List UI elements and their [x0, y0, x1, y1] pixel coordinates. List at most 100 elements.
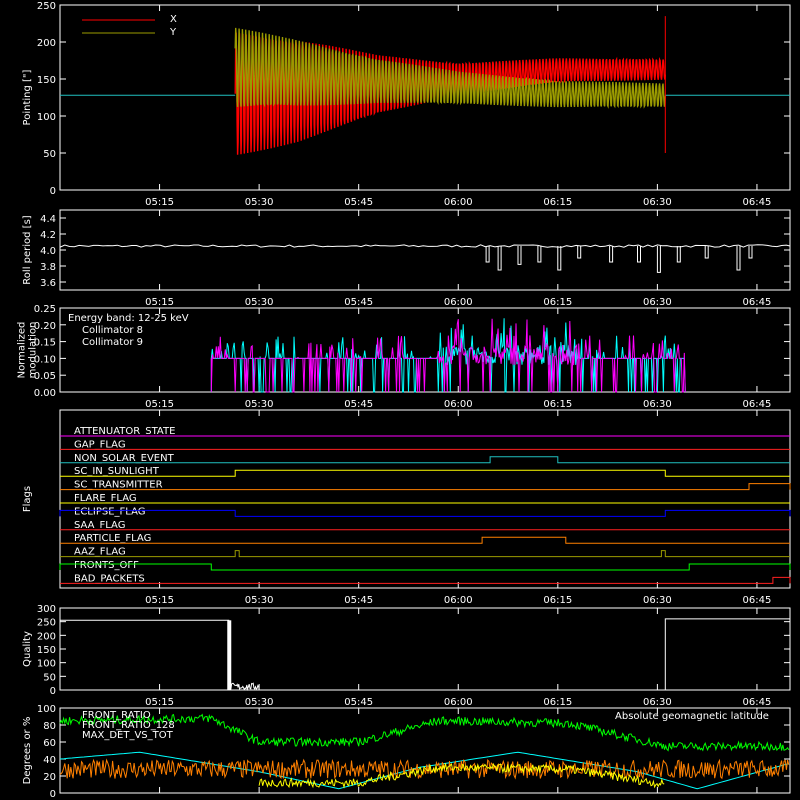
quality-xtick-label: 05:30: [245, 697, 274, 708]
pointing-xtick-label: 06:30: [643, 197, 672, 208]
pointing-ytick-label: 0: [50, 186, 56, 197]
roll-period-xtick-label: 06:30: [643, 297, 672, 308]
pointing-xtick-label: 06:15: [543, 197, 572, 208]
roll-period-xtick-label: 06:00: [444, 297, 473, 308]
flag-label: FRONTS_OFF: [74, 560, 139, 571]
roll-period-xtick-label: 05:45: [344, 297, 373, 308]
quality-ytick-label: 150: [37, 645, 56, 656]
quality-xtick-label: 05:45: [344, 697, 373, 708]
flag-line: [59, 509, 791, 517]
flag-line: [59, 563, 791, 571]
flags-xtick-label: 05:30: [245, 595, 274, 606]
roll-period-dip: [557, 246, 562, 271]
pointing-xtick-label: 06:45: [743, 197, 772, 208]
pointing-legend-label: X: [170, 14, 177, 25]
flag-line: [60, 536, 790, 544]
flag-label: FLARE_FLAG: [74, 493, 137, 504]
flags-xtick-label: 06:30: [643, 595, 672, 606]
ospex-quicklook-chart: 05:15 05:30 05:45 06:00 06:15 06:30 06:45 0 50 10…: [17, 1, 791, 800]
roll-period-dip: [748, 246, 753, 259]
pointing-ytick-label: 50: [43, 149, 56, 160]
modulation-legend-label: Collimator 8: [82, 325, 143, 336]
quality-ytick-label: 250: [37, 618, 56, 629]
modulation-xtick-label: 05:30: [245, 399, 274, 410]
quality-xtick-label: 06:15: [543, 697, 572, 708]
geomagnetic-ytick-label: 60: [43, 738, 56, 749]
roll-period-dip: [704, 246, 709, 259]
quality-ytick-label: 100: [37, 659, 56, 670]
roll-period-dip: [537, 246, 542, 263]
roll-period-dip: [609, 246, 614, 263]
modulation-ytick-label: 0.25: [34, 304, 56, 315]
roll-period-dip: [736, 246, 741, 271]
modulation-xtick-label: 05:15: [145, 399, 174, 410]
modulation-ylabel: modulation: [28, 322, 39, 379]
modulation-xtick-label: 06:45: [743, 399, 772, 410]
roll-period-ytick-label: 3.6: [40, 278, 56, 289]
flag-label: ATTENUATOR_STATE: [74, 426, 175, 437]
roll-period-xtick-label: 06:45: [743, 297, 772, 308]
quality-xtick-label: 05:15: [145, 697, 174, 708]
quality-xtick-label: 06:45: [743, 697, 772, 708]
quality-ytick-label: 50: [43, 672, 56, 683]
roll-period-xtick-label: 06:15: [543, 297, 572, 308]
quality-xtick-label: 06:30: [643, 697, 672, 708]
geomagnetic-series-max-det-vs-tot: [59, 758, 790, 780]
flag-label: AAZ_FLAG: [74, 547, 126, 558]
geomagnetic-ytick-label: 100: [37, 704, 56, 715]
quality-noise: [228, 682, 260, 692]
flag-label: SC_IN_SUNLIGHT: [74, 466, 160, 477]
geomagnetic-legend-label: MAX_DET_VS_TOT: [82, 730, 174, 741]
flag-line: [60, 483, 791, 491]
flag-label: ECLIPSE_FLAG: [74, 506, 145, 517]
pointing-xtick-label: 06:00: [444, 197, 473, 208]
roll-period-ylabel: Roll period [s]: [22, 215, 33, 284]
quality-xtick-label: 06:00: [444, 697, 473, 708]
roll-period-dip: [656, 246, 661, 273]
flags-xtick-label: 06:15: [543, 595, 572, 606]
roll-period-xtick-label: 05:30: [245, 297, 274, 308]
roll-period-dip: [485, 246, 490, 263]
flag-line: [60, 576, 791, 584]
modulation-ytick-label: 0.00: [34, 388, 56, 399]
pointing-xtick-label: 05:45: [344, 197, 373, 208]
flag-label: GAP_FLAG: [74, 439, 126, 450]
roll-period-ytick-label: 4.0: [40, 246, 56, 257]
geomagnetic-ytick-label: 80: [43, 721, 56, 732]
geomagnetic-ylabel: Degrees or %: [22, 717, 33, 785]
roll-period-dip: [497, 246, 502, 271]
pointing-xtick-label: 05:15: [145, 197, 174, 208]
quality-ytick-label: 200: [37, 631, 56, 642]
geomagnetic-ytick-label: 0: [50, 789, 56, 800]
roll-period-dip: [676, 246, 681, 263]
roll-period-dip: [577, 246, 582, 259]
flag-label: NON_SOLAR_EVENT: [74, 453, 175, 464]
flag-line: [60, 469, 790, 477]
quality-bar-start: [227, 620, 232, 690]
quality-segment-end: [664, 618, 790, 690]
geomagnetic-ytick-label: 40: [43, 755, 56, 766]
modulation-xtick-label: 06:00: [444, 399, 473, 410]
flag-label: SAA_FLAG: [74, 520, 125, 531]
pointing-ytick-label: 200: [37, 38, 56, 49]
roll-period-dip: [517, 246, 522, 265]
modulation-legend-label: Collimator 9: [82, 337, 143, 348]
geomagnetic-ytick-label: 20: [43, 772, 56, 783]
quality-ytick-label: 0: [50, 686, 56, 697]
pointing-ytick-label: 250: [37, 1, 56, 12]
modulation-xtick-label: 06:15: [543, 399, 572, 410]
flag-label: SC_TRANSMITTER: [74, 480, 163, 491]
modulation-annotation: Energy band: 12-25 keV: [68, 313, 189, 324]
modulation-ylabel: Normalized: [17, 322, 28, 379]
flag-label: BAD_PACKETS: [74, 573, 145, 584]
roll-period-ytick-label: 4.4: [40, 214, 56, 225]
flags-xtick-label: 06:00: [444, 595, 473, 606]
geomagnetic-annotation: Absolute geomagnetic latitude: [615, 711, 769, 722]
flags-xtick-label: 05:45: [344, 595, 373, 606]
roll-period-ytick-label: 3.8: [40, 262, 56, 273]
flags-xtick-label: 06:45: [743, 595, 772, 606]
pointing-xtick-label: 05:30: [245, 197, 274, 208]
roll-period-dip: [637, 246, 641, 263]
flags-xtick-label: 05:15: [145, 595, 174, 606]
flags-ylabel: Flags: [22, 486, 33, 512]
